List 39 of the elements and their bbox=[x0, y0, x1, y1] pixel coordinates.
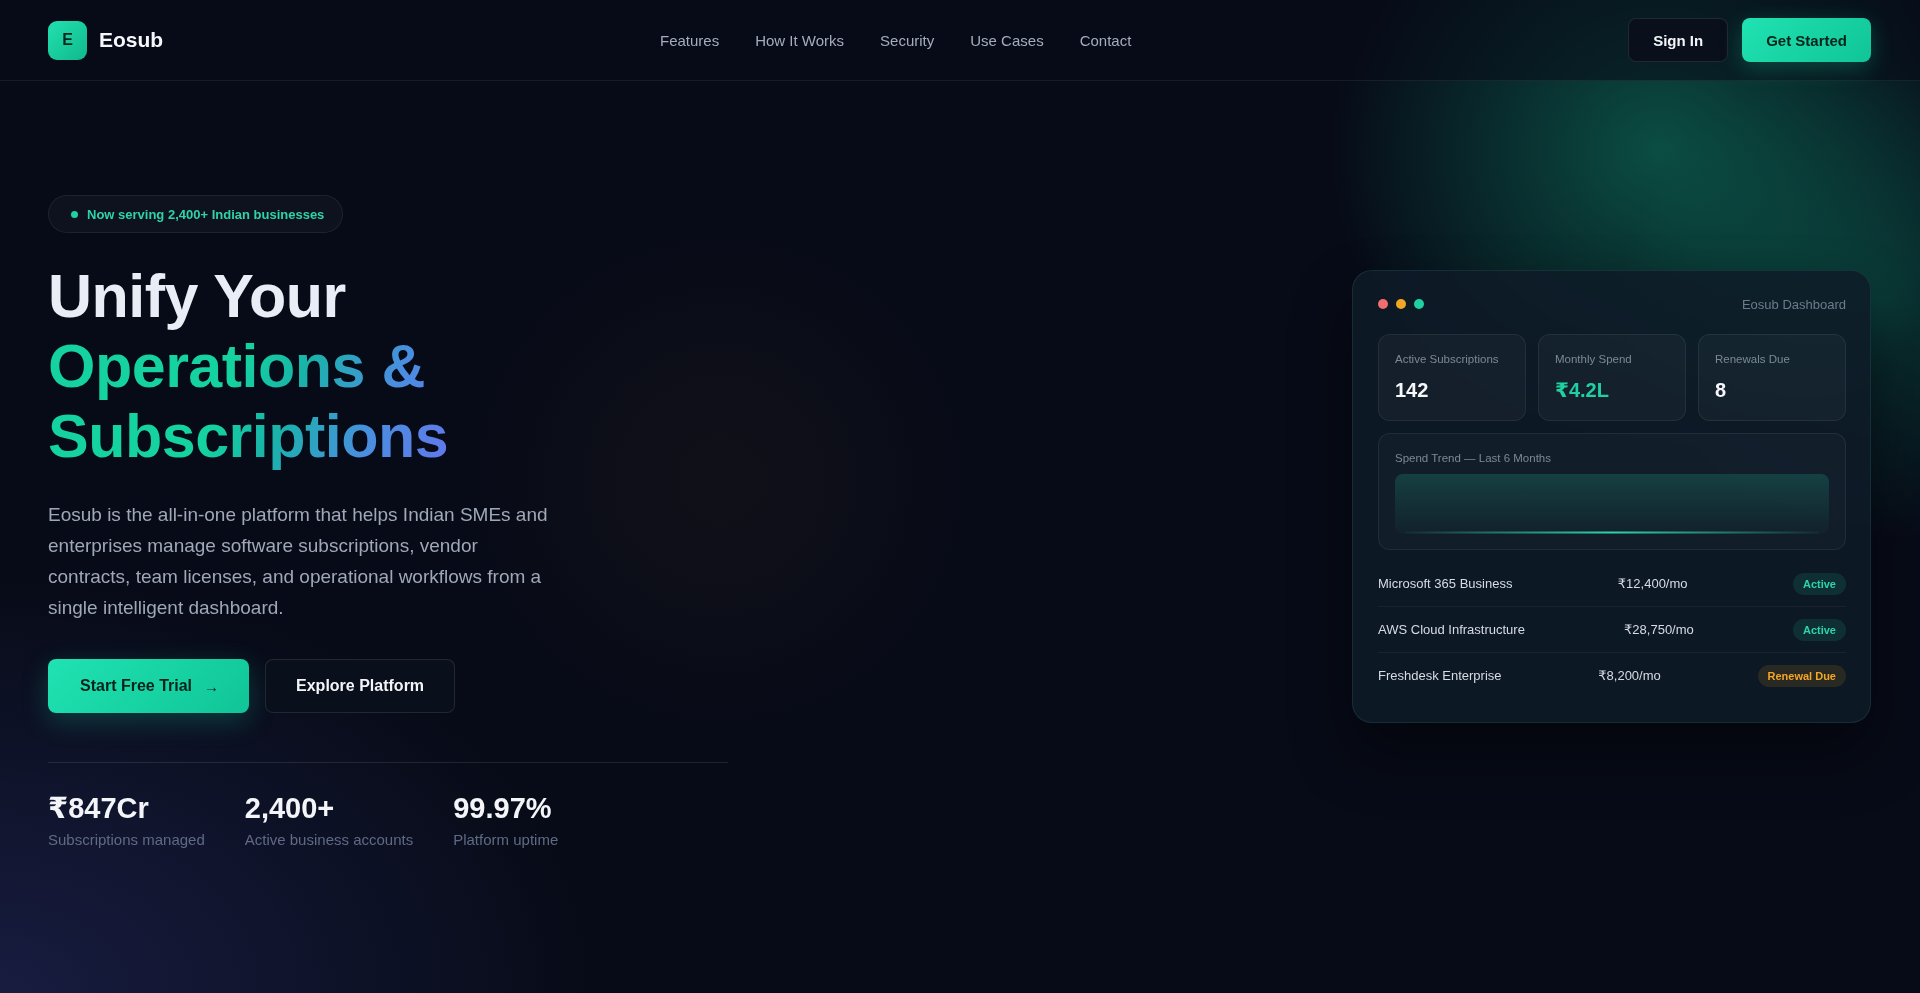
metric-label: Renewals Due bbox=[1715, 352, 1791, 367]
metric-value: 8 bbox=[1715, 378, 1728, 402]
stat-label: Platform uptime bbox=[453, 831, 559, 848]
nav-link[interactable]: Security bbox=[880, 31, 935, 49]
subscription-name: AWS Cloud Infrastructure bbox=[1378, 622, 1525, 637]
status-badge: Active bbox=[1792, 572, 1846, 595]
stat-label: Subscriptions managed bbox=[48, 831, 205, 848]
arrow-icon: → bbox=[204, 677, 220, 695]
nav-link[interactable]: Use Cases bbox=[970, 31, 1044, 49]
nav-link[interactable]: Features bbox=[659, 31, 720, 49]
stat-label: Active business accounts bbox=[244, 831, 414, 848]
secondary-button[interactable]: Sign In bbox=[1628, 18, 1729, 62]
trend-title: Spend Trend — Last 6 Months bbox=[1395, 451, 1552, 466]
subscription-name: Freshdesk Enterprise bbox=[1378, 668, 1502, 683]
metric-value: 142 bbox=[1395, 378, 1430, 402]
nav-link[interactable]: How It Works bbox=[755, 31, 845, 49]
secondary-button[interactable]: Explore Platform bbox=[265, 659, 456, 713]
primary-button[interactable]: Start Free Trial → bbox=[48, 659, 250, 713]
hero-heading: Unify Your Operations & Subscriptions bbox=[48, 261, 728, 471]
stat-value: 99.97% bbox=[453, 791, 553, 825]
nav-link[interactable]: Contact bbox=[1079, 31, 1132, 49]
subscription-price: ₹12,400/mo bbox=[1617, 576, 1688, 591]
subscription-price: ₹8,200/mo bbox=[1598, 668, 1661, 683]
metric-label: Monthly Spend bbox=[1555, 352, 1633, 367]
subscription-name: Microsoft 365 Business bbox=[1378, 576, 1513, 591]
logo-mark: E bbox=[48, 20, 87, 60]
status-badge: Renewal Due bbox=[1757, 664, 1846, 687]
brand-name: Eosub bbox=[99, 28, 164, 52]
metric-value: ₹4.2L bbox=[1555, 378, 1610, 402]
metric-label: Active Subscriptions bbox=[1395, 352, 1500, 367]
hero-description: Eosub is the all-in-one platform that helps Indian SMEs and enterprises manage software subscriptions, vendor contracts, team licenses, and operational workflows from a single intelligent dashboard. bbox=[48, 503, 549, 620]
primary-button[interactable]: Get Started bbox=[1742, 18, 1871, 62]
stat-value: 2,400+ bbox=[244, 791, 336, 825]
status-dot-icon bbox=[71, 210, 78, 218]
badge-text: Now serving 2,400+ Indian businesses bbox=[87, 206, 325, 222]
stat-value: ₹847Cr bbox=[48, 791, 150, 825]
dashboard-title: Eosub Dashboard bbox=[1741, 296, 1846, 312]
status-badge: Active bbox=[1792, 618, 1846, 641]
subscription-price: ₹28,750/mo bbox=[1624, 622, 1694, 637]
